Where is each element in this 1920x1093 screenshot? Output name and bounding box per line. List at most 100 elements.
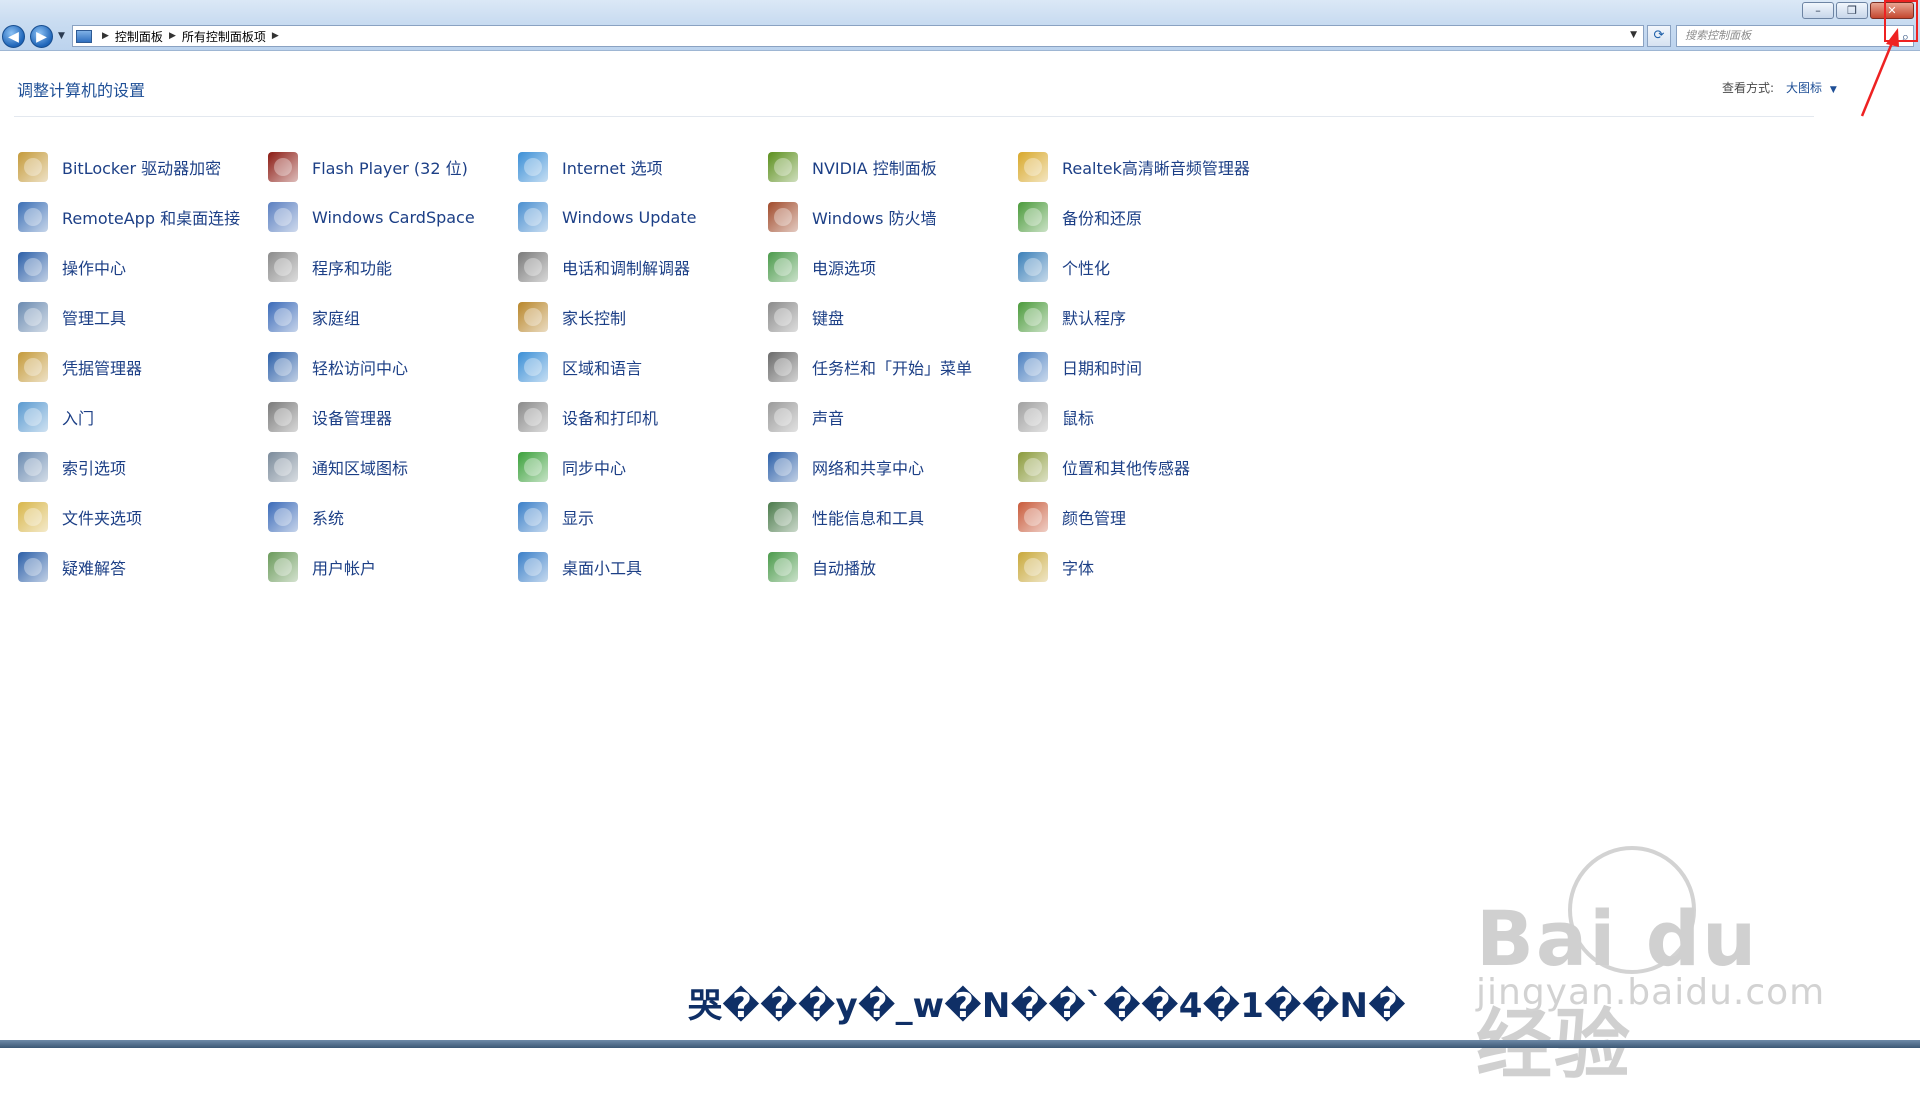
refresh-button[interactable]: ⟳ — [1647, 25, 1671, 47]
control-panel-item-label: 颜色管理 — [1062, 509, 1127, 528]
folder-icon — [18, 502, 48, 532]
control-panel-item[interactable]: 鼠标 — [1018, 400, 1094, 434]
control-panel-item-label: 位置和其他传感器 — [1062, 459, 1191, 478]
control-panel-item[interactable]: 索引选项 — [18, 450, 126, 484]
control-panel-item[interactable]: Windows 防火墙 — [768, 200, 937, 234]
firewall-icon — [768, 202, 798, 232]
control-panel-item-label: Internet 选项 — [562, 159, 663, 178]
search-input[interactable]: 搜索控制面板 ⌕ — [1676, 25, 1914, 47]
breadcrumb-item[interactable]: 所有控制面板项 — [182, 28, 266, 45]
chevron-right-icon[interactable]: ▶ — [102, 31, 109, 41]
region-icon — [518, 352, 548, 382]
chevron-right-icon[interactable]: ▶ — [169, 31, 176, 41]
control-panel-item[interactable]: RemoteApp 和桌面连接 — [18, 200, 240, 234]
control-panel-item-label: 操作中心 — [62, 259, 127, 278]
control-panel-item-label: BitLocker 驱动器加密 — [62, 159, 222, 178]
color-icon — [1018, 502, 1048, 532]
default-programs-icon — [1018, 302, 1048, 332]
parental-icon — [518, 302, 548, 332]
control-panel-item-label: Windows CardSpace — [312, 207, 475, 227]
control-panel-item[interactable]: 位置和其他传感器 — [1018, 450, 1190, 484]
address-bar[interactable]: ▶ 控制面板 ▶ 所有控制面板项 ▶ ▼ — [72, 25, 1644, 47]
control-panel-item[interactable]: 疑难解答 — [18, 550, 126, 584]
chevron-right-icon[interactable]: ▶ — [272, 31, 279, 41]
sound-icon — [768, 402, 798, 432]
control-panel-item-label: 任务栏和「开始」菜单 — [812, 359, 973, 378]
control-panel-item[interactable]: Realtek高清晰音频管理器 — [1018, 150, 1250, 184]
window-titlebar: – ❐ ✕ ◀ ▶ ▼ ▶ 控制面板 ▶ 所有控制面板项 ▶ ▼ ⟳ 搜索控制面… — [0, 0, 1920, 51]
control-panel-item[interactable]: 网络和共享中心 — [768, 450, 924, 484]
control-panel-item-label: 程序和功能 — [312, 259, 393, 278]
control-panel-item[interactable]: 声音 — [768, 400, 844, 434]
control-panel-item[interactable]: 显示 — [518, 500, 594, 534]
search-placeholder: 搜索控制面板 — [1685, 29, 1751, 42]
control-panel-item[interactable]: 颜色管理 — [1018, 500, 1126, 534]
navigation-bar: ◀ ▶ ▼ ▶ 控制面板 ▶ 所有控制面板项 ▶ ▼ ⟳ 搜索控制面板 ⌕ — [0, 22, 1920, 50]
control-panel-item[interactable]: BitLocker 驱动器加密 — [18, 150, 221, 184]
control-panel-item-label: Windows 防火墙 — [812, 209, 937, 228]
control-panel-item[interactable]: Windows CardSpace — [268, 200, 475, 234]
control-panel-item-label: 轻松访问中心 — [312, 359, 409, 378]
control-panel-item[interactable]: 字体 — [1018, 550, 1094, 584]
control-panel-item[interactable]: 用户帐户 — [268, 550, 376, 584]
control-panel-item[interactable]: 日期和时间 — [1018, 350, 1142, 384]
control-panel-item[interactable]: 文件夹选项 — [18, 500, 142, 534]
sync-icon — [518, 452, 548, 482]
back-button[interactable]: ◀ — [2, 25, 25, 48]
user-icon — [268, 552, 298, 582]
control-panel-item-label: 性能信息和工具 — [812, 509, 925, 528]
control-panel-item[interactable]: 家长控制 — [518, 300, 626, 334]
notification-icon — [268, 452, 298, 482]
system-icon — [268, 502, 298, 532]
network-icon — [768, 452, 798, 482]
control-panel-item[interactable]: 同步中心 — [518, 450, 626, 484]
control-panel-item[interactable]: 性能信息和工具 — [768, 500, 924, 534]
control-panel-item[interactable]: 个性化 — [1018, 250, 1110, 284]
display-icon — [518, 502, 548, 532]
control-panel-item[interactable]: 区域和语言 — [518, 350, 642, 384]
control-panel-item[interactable]: Flash Player (32 位) — [268, 150, 468, 184]
forward-button[interactable]: ▶ — [30, 25, 53, 48]
control-panel-item[interactable]: 家庭组 — [268, 300, 360, 334]
breadcrumb-item[interactable]: 控制面板 — [115, 28, 163, 45]
control-panel-item[interactable]: NVIDIA 控制面板 — [768, 150, 937, 184]
control-panel-item[interactable]: 设备管理器 — [268, 400, 392, 434]
control-panel-item[interactable]: 入门 — [18, 400, 94, 434]
control-panel-item[interactable]: 自动播放 — [768, 550, 876, 584]
control-panel-item-label: 设备管理器 — [312, 409, 393, 428]
control-panel-item[interactable]: 操作中心 — [18, 250, 126, 284]
control-panel-item[interactable]: 电话和调制解调器 — [518, 250, 690, 284]
remote-icon — [18, 202, 48, 232]
maximize-button[interactable]: ❐ — [1836, 2, 1868, 19]
recent-pages-dropdown[interactable]: ▼ — [58, 31, 65, 41]
control-panel-item[interactable]: 键盘 — [768, 300, 844, 334]
printer-icon — [518, 402, 548, 432]
control-panel-item[interactable]: 电源选项 — [768, 250, 876, 284]
control-panel-item-label: RemoteApp 和桌面连接 — [62, 209, 241, 228]
minimize-button[interactable]: – — [1802, 2, 1834, 19]
control-panel-item[interactable]: 系统 — [268, 500, 344, 534]
flash-icon — [268, 152, 298, 182]
control-panel-item[interactable]: 轻松访问中心 — [268, 350, 408, 384]
control-panel-item[interactable]: 任务栏和「开始」菜单 — [768, 350, 972, 384]
control-panel-item[interactable]: 通知区域图标 — [268, 450, 408, 484]
view-by-label: 查看方式: — [1722, 81, 1775, 95]
arrow-left-icon: ◀ — [8, 29, 19, 45]
view-by-value: 大图标 — [1786, 81, 1823, 95]
control-panel-item-label: 字体 — [1062, 559, 1095, 578]
control-panel-item[interactable]: 设备和打印机 — [518, 400, 658, 434]
control-panel-item[interactable]: Windows Update — [518, 200, 696, 234]
address-dropdown-icon[interactable]: ▼ — [1630, 30, 1637, 40]
control-panel-item-label: 家庭组 — [312, 309, 361, 328]
view-by-dropdown[interactable]: 大图标 ▼ — [1786, 79, 1837, 96]
control-panel-item[interactable]: 默认程序 — [1018, 300, 1126, 334]
control-panel-item[interactable]: 备份和还原 — [1018, 200, 1142, 234]
control-panel-item[interactable]: 管理工具 — [18, 300, 126, 334]
control-panel-item[interactable]: 程序和功能 — [268, 250, 392, 284]
control-panel-item-label: 显示 — [562, 509, 595, 528]
control-panel-item[interactable]: 凭据管理器 — [18, 350, 142, 384]
control-panel-item[interactable]: 桌面小工具 — [518, 550, 642, 584]
sensor-icon — [1018, 452, 1048, 482]
control-panel-item-label: 文件夹选项 — [62, 509, 143, 528]
control-panel-item[interactable]: Internet 选项 — [518, 150, 663, 184]
